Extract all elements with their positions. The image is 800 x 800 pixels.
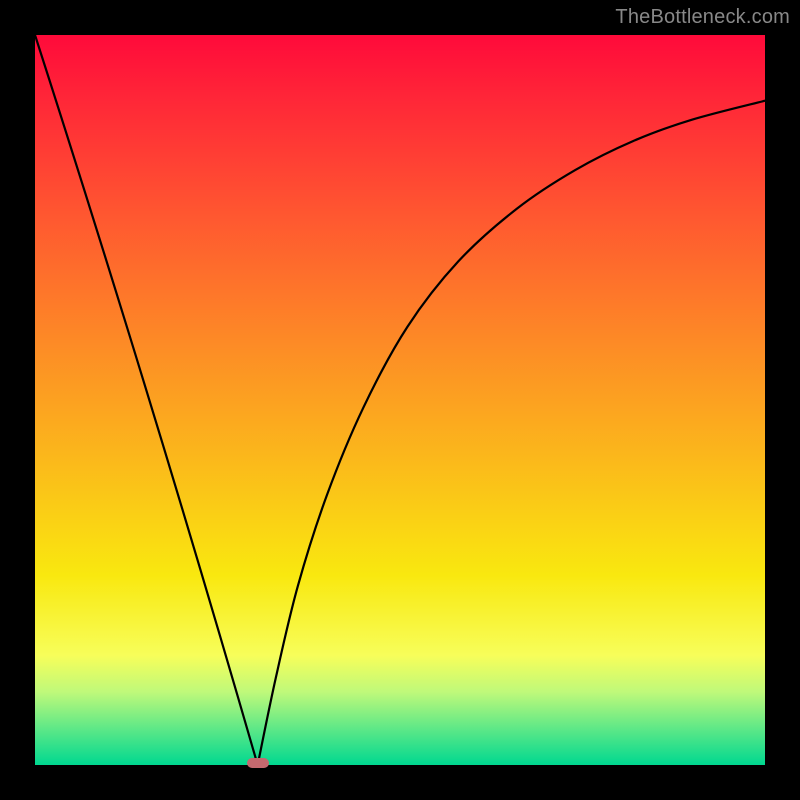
bottleneck-curve [35, 35, 765, 765]
dip-marker [247, 758, 269, 768]
watermark-text: TheBottleneck.com [615, 6, 790, 29]
plot-area [35, 35, 765, 765]
chart-frame: TheBottleneck.com [0, 0, 800, 800]
